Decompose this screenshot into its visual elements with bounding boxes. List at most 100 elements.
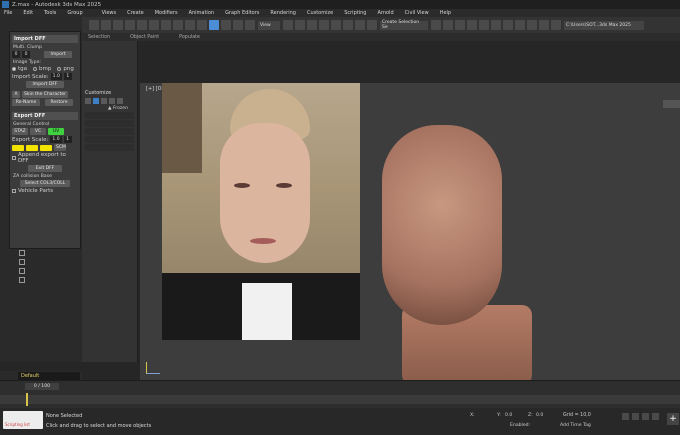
z-coord-field[interactable]: 0.0 <box>536 413 543 418</box>
scm-button[interactable]: SCM <box>54 144 66 151</box>
sort-icon[interactable] <box>117 98 123 104</box>
viewcube-icon[interactable] <box>663 100 680 108</box>
region-icon[interactable] <box>185 20 195 30</box>
modify-icon[interactable] <box>19 259 25 265</box>
menu-file[interactable]: File <box>4 10 12 16</box>
head-model[interactable] <box>360 125 540 385</box>
menu-create[interactable]: Create <box>127 10 144 16</box>
list-item[interactable] <box>85 120 134 127</box>
import-dff-header[interactable]: Import DFF <box>12 35 78 43</box>
rename-button[interactable]: Re-Name <box>12 99 40 106</box>
unlink-icon[interactable] <box>125 20 135 30</box>
std-button[interactable]: STAZ <box>12 128 28 135</box>
yellow-swatch-1[interactable] <box>12 144 24 151</box>
link-icon[interactable] <box>113 20 123 30</box>
list-item[interactable] <box>85 128 134 135</box>
y-coord-field[interactable]: 0.0 <box>505 413 512 418</box>
current-layer-field[interactable]: Default <box>18 371 80 380</box>
move-icon[interactable] <box>209 20 219 30</box>
rotate-icon[interactable] <box>221 20 231 30</box>
zoom-extents-icon[interactable]: + <box>667 413 679 425</box>
project-path-dropdown[interactable]: C:\Users\SOT...3ds Max 2025 <box>564 20 644 30</box>
list-item[interactable] <box>85 136 134 143</box>
bind-icon[interactable] <box>137 20 147 30</box>
yellow-swatch-3[interactable] <box>40 144 52 151</box>
curve-editor-icon[interactable] <box>479 20 489 30</box>
keyboard-shortcut-icon[interactable] <box>307 20 317 30</box>
menu-graph-editors[interactable]: Graph Editors <box>225 10 259 16</box>
hierarchy-icon[interactable] <box>19 268 25 274</box>
import-dff-button[interactable]: Import DFF <box>26 81 64 88</box>
ribbon-tab-object-paint[interactable]: Object Paint <box>130 35 159 40</box>
menu-views[interactable]: Views <box>102 10 116 16</box>
ribbon-tab-populate[interactable]: Populate <box>179 35 200 40</box>
display-icon[interactable] <box>93 98 99 104</box>
frame-counter[interactable]: 0 / 100 <box>25 383 59 390</box>
create-icon[interactable] <box>19 250 25 256</box>
menu-customize[interactable]: Customize <box>307 10 333 16</box>
export-scale-field[interactable]: 1.0 <box>50 136 62 143</box>
menu-group[interactable]: Group <box>67 10 82 16</box>
append-export-checkbox[interactable] <box>12 156 16 160</box>
snap-icon[interactable] <box>319 20 329 30</box>
angle-snap-icon[interactable] <box>331 20 341 30</box>
menu-modifiers[interactable]: Modifiers <box>155 10 178 16</box>
list-item[interactable] <box>85 112 134 119</box>
go-to-end-icon[interactable] <box>652 413 659 420</box>
hierarchy-icon[interactable] <box>109 98 115 104</box>
import-scale-field[interactable]: 1.0 <box>50 73 62 80</box>
scale-icon[interactable] <box>233 20 243 30</box>
vehicle-parts-checkbox[interactable] <box>12 189 16 193</box>
edit-named-selection-icon[interactable] <box>367 20 377 30</box>
layer-explorer-icon[interactable] <box>455 20 465 30</box>
export-scale-field-2[interactable]: 1 <box>63 136 72 143</box>
toggle-ribbon-icon[interactable] <box>467 20 477 30</box>
menu-civil-view[interactable]: Civil View <box>405 10 429 16</box>
lock-icon[interactable] <box>101 98 107 104</box>
render-frame-icon[interactable] <box>527 20 537 30</box>
material-editor-icon[interactable] <box>503 20 513 30</box>
render-icon[interactable] <box>539 20 549 30</box>
manipulate-icon[interactable] <box>295 20 305 30</box>
radio-bmp[interactable] <box>33 67 38 71</box>
mirror-icon[interactable] <box>431 20 441 30</box>
clump-field-2[interactable]: 0 <box>22 51 30 58</box>
radio-png[interactable] <box>57 67 62 71</box>
next-frame-icon[interactable] <box>642 413 649 420</box>
clump-field[interactable]: 0 <box>12 51 20 58</box>
restore-button[interactable]: Restore <box>45 99 73 106</box>
menu-arnold[interactable]: Arnold <box>377 10 393 16</box>
menu-help[interactable]: Help <box>440 10 451 16</box>
export-dff-header[interactable]: Export DFF <box>12 112 78 120</box>
spinner-snap-icon[interactable] <box>355 20 365 30</box>
select-collision-button[interactable]: Select COL3/COLL <box>20 180 70 187</box>
select-icon[interactable] <box>161 20 171 30</box>
reference-coord-dropdown[interactable]: View <box>258 20 280 30</box>
reference-photo-plane[interactable] <box>162 83 360 340</box>
select-by-name-icon[interactable] <box>173 20 183 30</box>
viewport-label[interactable]: [+] [Or <box>146 86 164 92</box>
menu-scripting[interactable]: Scripting <box>344 10 366 16</box>
import-scale-field-2[interactable]: 1 <box>63 73 72 80</box>
redo-icon[interactable] <box>101 20 111 30</box>
a-button[interactable]: A <box>12 91 20 98</box>
import-button[interactable]: Import <box>44 51 72 58</box>
align-icon[interactable] <box>443 20 453 30</box>
yellow-swatch-2[interactable] <box>26 144 38 151</box>
track-bar-ruler[interactable] <box>0 395 680 404</box>
maxscript-listener[interactable]: Scripting list <box>3 411 43 429</box>
render-setup-icon[interactable] <box>515 20 525 30</box>
menu-tools[interactable]: Tools <box>44 10 56 16</box>
folder-icon[interactable] <box>551 20 561 30</box>
undo-icon[interactable] <box>89 20 99 30</box>
add-time-tag[interactable]: Add Time Tag <box>560 423 591 428</box>
go-to-start-icon[interactable] <box>622 413 629 420</box>
menu-animation[interactable]: Animation <box>189 10 215 16</box>
selection-set-dropdown[interactable]: Create Selection Se <box>380 20 428 30</box>
menu-edit[interactable]: Edit <box>23 10 33 16</box>
time-slider-handle[interactable] <box>26 393 28 406</box>
window-crossing-icon[interactable] <box>197 20 207 30</box>
radio-tga[interactable] <box>12 67 16 71</box>
percent-snap-icon[interactable] <box>343 20 353 30</box>
frozen-column-header[interactable]: ▲ Frozen <box>108 106 137 111</box>
